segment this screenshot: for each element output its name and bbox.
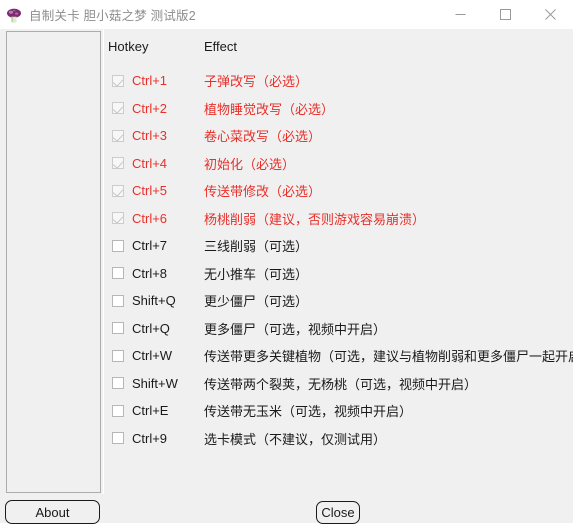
hotkey-label: Ctrl+E — [132, 403, 169, 419]
effect-label: 更少僵尸（可选） — [204, 294, 309, 310]
title-bar: 自制关卡 胆小菇之梦 测试版2 — [0, 0, 573, 30]
hotkey-label: Ctrl+W — [132, 348, 173, 364]
hotkey-checkbox[interactable] — [112, 184, 124, 197]
table-row[interactable]: Ctrl+3 卷心菜改写（必选） — [0, 122, 573, 150]
effect-label: 更多僵尸（可选，视频中开启） — [204, 321, 387, 337]
hotkey-label: Ctrl+1 — [132, 73, 168, 89]
about-button[interactable]: About — [5, 500, 100, 524]
hotkey-checkbox[interactable] — [112, 267, 124, 280]
table-row[interactable]: Ctrl+7 三线削弱（可选） — [0, 232, 573, 260]
hotkey-checkbox[interactable] — [112, 377, 124, 390]
hotkey-label: Shift+W — [132, 375, 178, 391]
hotkey-checkbox[interactable] — [112, 294, 124, 307]
effect-label: 三线削弱（可选） — [204, 239, 309, 255]
main-window: 自制关卡 胆小菇之梦 测试版2 Hotkey Effect Ctrl+1 子弹改… — [0, 0, 573, 524]
hotkey-checkbox[interactable] — [112, 404, 124, 417]
hotkey-label: Ctrl+Q — [132, 320, 170, 336]
table-row[interactable]: Ctrl+E 传送带无玉米（可选，视频中开启） — [0, 397, 573, 425]
mushroom-icon — [5, 6, 23, 24]
column-header-effect: Effect — [204, 39, 238, 54]
desktop-root: 自制关卡 胆小菇之梦 测试版2 Hotkey Effect Ctrl+1 子弹改… — [0, 0, 573, 524]
effect-label: 传送带更多关键植物（可选，建议与植物削弱和更多僵尸一起开启） — [204, 349, 573, 365]
maximize-icon[interactable] — [483, 0, 528, 29]
table-row[interactable]: Ctrl+4 初始化（必选） — [0, 150, 573, 178]
hotkey-checkbox[interactable] — [112, 157, 124, 170]
table-row[interactable]: Ctrl+5 传送带修改（必选） — [0, 177, 573, 205]
hotkey-label: Ctrl+6 — [132, 210, 168, 226]
table-row[interactable]: Ctrl+8 无小推车（可选） — [0, 260, 573, 288]
hotkey-label: Ctrl+8 — [132, 265, 168, 281]
table-row[interactable]: Ctrl+2 植物睡觉改写（必选） — [0, 95, 573, 123]
hotkey-checkbox[interactable] — [112, 102, 124, 115]
table-row[interactable]: Ctrl+9 选卡模式（不建议，仅测试用） — [0, 425, 573, 453]
hotkey-label: Ctrl+4 — [132, 155, 168, 171]
table-row[interactable]: Shift+Q 更少僵尸（可选） — [0, 287, 573, 315]
hotkey-label: Ctrl+7 — [132, 238, 168, 254]
table-row[interactable]: Ctrl+Q 更多僵尸（可选，视频中开启） — [0, 315, 573, 343]
hotkey-label: Ctrl+3 — [132, 128, 168, 144]
close-icon[interactable] — [528, 0, 573, 29]
effect-label: 无小推车（可选） — [204, 266, 309, 282]
table-row[interactable]: Ctrl+6 杨桃削弱（建议，否则游戏容易崩溃） — [0, 205, 573, 233]
hotkey-checkbox[interactable] — [112, 212, 124, 225]
client-area: Hotkey Effect Ctrl+1 子弹改写（必选） Ctrl+2 植物睡觉改写… — [0, 29, 573, 524]
table-row[interactable]: Ctrl+W 传送带更多关键植物（可选，建议与植物削弱和更多僵尸一起开启） — [0, 342, 573, 370]
hotkey-checkbox[interactable] — [112, 432, 124, 445]
hotkey-label: Ctrl+5 — [132, 183, 168, 199]
effect-label: 初始化（必选） — [204, 156, 296, 172]
hotkey-checkbox[interactable] — [112, 349, 124, 362]
hotkey-list: Ctrl+1 子弹改写（必选） Ctrl+2 植物睡觉改写（必选） Ctrl+3 卷心菜改… — [0, 67, 573, 452]
table-row[interactable]: Shift+W 传送带两个裂荚，无杨桃（可选，视频中开启） — [0, 370, 573, 398]
effect-label: 传送带无玉米（可选，视频中开启） — [204, 404, 413, 420]
hotkey-label: Ctrl+9 — [132, 430, 168, 446]
minimize-icon[interactable] — [438, 0, 483, 29]
window-controls — [438, 0, 573, 29]
hotkey-label: Shift+Q — [132, 293, 176, 309]
hotkey-label: Ctrl+2 — [132, 100, 168, 116]
hotkey-checkbox[interactable] — [112, 74, 124, 87]
effect-label: 传送带两个裂荚，无杨桃（可选，视频中开启） — [204, 376, 478, 392]
effect-label: 选卡模式（不建议，仅测试用） — [204, 431, 387, 447]
effect-label: 卷心菜改写（必选） — [204, 129, 322, 145]
close-button[interactable]: Close — [316, 501, 360, 524]
column-header-hotkey: Hotkey — [108, 39, 149, 54]
effect-label: 杨桃削弱（建议，否则游戏容易崩溃） — [204, 211, 426, 227]
hotkey-checkbox[interactable] — [112, 239, 124, 252]
effect-label: 植物睡觉改写（必选） — [204, 101, 335, 117]
hotkey-checkbox[interactable] — [112, 129, 124, 142]
window-title: 自制关卡 胆小菇之梦 测试版2 — [29, 9, 196, 23]
effect-label: 传送带修改（必选） — [204, 184, 322, 200]
hotkey-checkbox[interactable] — [112, 322, 124, 335]
effect-label: 子弹改写（必选） — [204, 74, 309, 90]
table-row[interactable]: Ctrl+1 子弹改写（必选） — [0, 67, 573, 95]
